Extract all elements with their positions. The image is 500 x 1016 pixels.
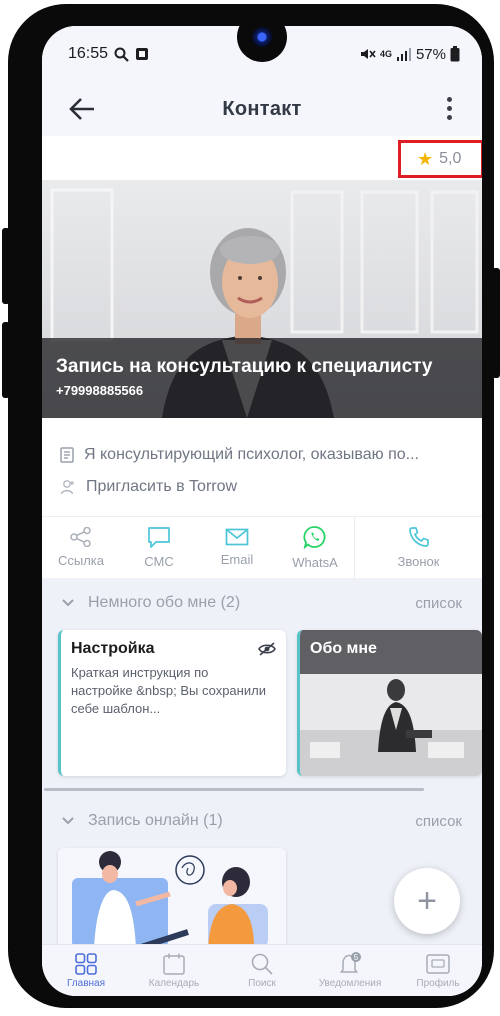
status-right: 4G 57%: [360, 46, 460, 63]
search-icon: [114, 47, 129, 62]
hero-title: Запись на консультацию к специалисту: [56, 356, 433, 377]
document-icon: [60, 447, 74, 463]
hero-banner[interactable]: Запись на консультацию к специалисту +79…: [42, 180, 482, 418]
battery-icon: [450, 46, 460, 62]
share-link-button[interactable]: Ссылка: [42, 517, 120, 578]
search-icon: [251, 953, 273, 975]
page-title: Контакт: [222, 97, 302, 120]
contact-actions: Ссылка СМС Email WhatsA Звонок: [42, 516, 482, 578]
action-label: СМС: [144, 554, 174, 569]
description-row[interactable]: Я консультирующий психолог, оказываю по.…: [60, 446, 470, 464]
invite-row[interactable]: Пригласить в Torrow: [60, 478, 470, 496]
more-options-icon[interactable]: [444, 94, 454, 124]
mute-icon: [360, 49, 376, 59]
camera-notch: [237, 12, 287, 62]
horizontal-scrollbar[interactable]: [44, 788, 424, 791]
phone-icon: [408, 527, 429, 547]
invite-text: Пригласить в Torrow: [86, 478, 238, 495]
section-about-header[interactable]: Немного обо мне (2) список: [62, 594, 462, 612]
nav-label: Профиль: [416, 978, 460, 989]
nav-label: Главная: [66, 978, 106, 989]
action-label: Email: [220, 552, 254, 567]
nav-label: Поиск: [248, 978, 276, 989]
hero-overlay: [42, 338, 482, 418]
rating-badge[interactable]: ★ 5,0: [398, 140, 482, 178]
share-link-icon: [70, 527, 91, 547]
notification-badge: 5: [354, 953, 359, 962]
rating-row: ★ 5,0: [42, 136, 482, 180]
nav-label: Уведомления: [318, 978, 382, 989]
bell-icon: 5: [340, 952, 361, 973]
section-about-title: Немного обо мне (2): [88, 594, 241, 611]
action-label: Звонок: [397, 554, 440, 569]
card-title: Настройка: [71, 640, 155, 657]
star-icon: ★: [417, 148, 434, 169]
card-setup[interactable]: Настройка Краткая инструкция по настройк…: [58, 630, 286, 776]
section-online-list-link[interactable]: список: [415, 813, 462, 830]
envelope-icon: [225, 528, 249, 546]
call-button[interactable]: Звонок: [354, 517, 482, 578]
profile-card-icon: [426, 954, 450, 974]
signal-icon: [396, 48, 411, 61]
section-online-header[interactable]: Запись онлайн (1) список: [62, 812, 462, 830]
notification-box-icon: [136, 48, 149, 60]
nav-home[interactable]: Главная: [42, 945, 130, 996]
network-type: 4G: [379, 49, 392, 59]
rating-value: 5,0: [439, 150, 462, 167]
whatsapp-icon: [303, 526, 326, 549]
phone-side-button: [2, 228, 10, 304]
sms-bubble-icon: [148, 527, 170, 548]
calendar-icon: [163, 953, 185, 975]
home-grid-icon: [75, 953, 97, 975]
status-left: 16:55: [68, 45, 149, 63]
camera-lens: [252, 27, 272, 47]
phone-power-button: [492, 268, 500, 378]
app-header: Контакт: [42, 82, 482, 136]
status-time: 16:55: [68, 45, 109, 62]
email-button[interactable]: Email: [198, 517, 276, 578]
back-arrow-icon[interactable]: [68, 96, 96, 122]
phone-frame: 16:55 4G 57% Контакт ★ 5,0 Запись на кон…: [2, 4, 500, 1008]
whatsapp-button[interactable]: WhatsA: [276, 517, 354, 578]
chevron-down-icon: [62, 817, 74, 825]
card-online-booking[interactable]: [58, 848, 286, 948]
action-label: WhatsA: [292, 555, 338, 570]
battery-percent: 57%: [415, 45, 446, 63]
nav-label: Календарь: [148, 978, 200, 989]
card-title: Обо мне: [310, 640, 377, 657]
section-about-list-link[interactable]: список: [415, 595, 462, 612]
eye-off-icon: [258, 642, 276, 656]
sms-button[interactable]: СМС: [120, 517, 198, 578]
action-label: Ссылка: [57, 553, 105, 568]
section-online-title: Запись онлайн (1): [88, 812, 223, 829]
hero-phone: +79998885566: [56, 383, 144, 398]
nav-search[interactable]: Поиск: [218, 945, 306, 996]
add-button[interactable]: +: [394, 868, 460, 934]
nav-calendar[interactable]: Календарь: [130, 945, 218, 996]
phone-side-button: [2, 322, 10, 398]
bottom-nav: Главная Календарь Поиск 5 Уведомления Пр…: [42, 944, 482, 996]
card-about-me[interactable]: Обо мне: [297, 630, 482, 776]
nav-notifications[interactable]: 5 Уведомления: [306, 945, 394, 996]
nav-profile[interactable]: Профиль: [394, 945, 482, 996]
add-user-icon: [60, 480, 74, 495]
screen: 16:55 4G 57% Контакт ★ 5,0 Запись на кон…: [42, 26, 482, 996]
description-text: Я консультирующий психолог, оказываю по.…: [84, 446, 419, 463]
chevron-down-icon: [62, 599, 74, 607]
online-consultation-illustration: [72, 851, 268, 948]
card-text: Краткая инструкция по настройке &nbsp; В…: [71, 665, 266, 716]
